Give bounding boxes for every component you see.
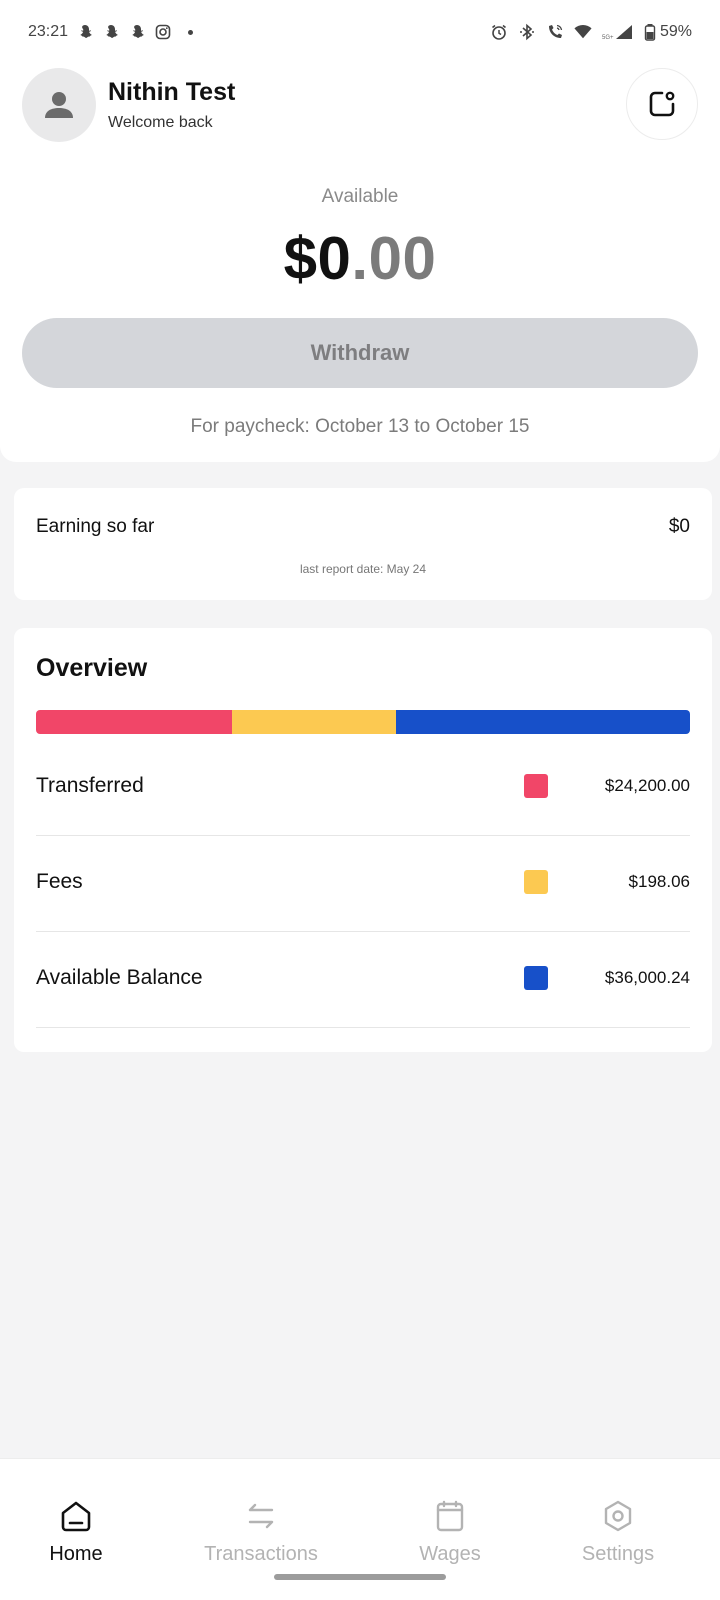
nav-item-transactions[interactable]: Transactions: [181, 1499, 341, 1566]
legend-swatch-transferred: [524, 774, 548, 798]
paycheck-period: For paycheck: October 13 to October 15: [190, 416, 530, 437]
balance-section: Nithin Test Welcome back Available $0.00…: [0, 64, 720, 462]
overview-row-available-balance: Available Balance $36,000.24: [36, 932, 690, 1028]
notification-icon: [649, 91, 675, 117]
nav-label-transactions: Transactions: [204, 1543, 318, 1565]
amount-minor: .00: [351, 225, 437, 292]
wifi-calling-icon: [546, 23, 564, 41]
app-screen: 23:21 5G+ 59% Nithin Test Welcome back A…: [0, 0, 720, 1600]
legend-swatch-fees: [524, 870, 548, 894]
status-time: 23:21: [28, 23, 69, 40]
battery-percent: 59%: [659, 23, 692, 40]
nav-label-home: Home: [49, 1543, 103, 1565]
nav-label-wages: Wages: [419, 1543, 481, 1565]
home-icon: [61, 1501, 91, 1532]
status-bar: 23:21 5G+ 59%: [0, 0, 720, 64]
gesture-home-indicator[interactable]: [274, 1574, 446, 1580]
transactions-icon: [248, 1503, 274, 1529]
bar-segment-fees: [232, 710, 396, 734]
available-label: Available: [321, 186, 399, 207]
overview-card: Overview Transferred $24,200.00 Fees $19…: [14, 628, 712, 1052]
overview-row-fees: Fees $198.06: [36, 836, 690, 932]
available-amount: $0.00: [0, 224, 720, 293]
welcome-text: Welcome back: [108, 114, 213, 131]
snapchat-icon: [128, 23, 146, 41]
battery-icon: [644, 23, 656, 41]
network-type: 5G+: [602, 35, 614, 41]
overview-row-label: Transferred: [36, 774, 144, 797]
bluetooth-icon: [518, 23, 536, 41]
overview-row-label: Fees: [36, 870, 83, 893]
calendar-icon: [436, 1500, 464, 1532]
notification-dot: [188, 29, 194, 35]
gear-icon: [604, 1500, 632, 1532]
avatar[interactable]: [22, 68, 96, 142]
nav-item-wages[interactable]: Wages: [370, 1499, 530, 1566]
earnings-card: Earning so far $0 last report date: May …: [14, 488, 712, 600]
overview-distribution-bar: [36, 710, 690, 734]
notifications-button[interactable]: [626, 68, 698, 140]
signal-icon: 5G+: [602, 23, 634, 41]
user-name: Nithin Test: [108, 78, 236, 106]
nav-item-home[interactable]: Home: [0, 1499, 156, 1566]
overview-title: Overview: [36, 654, 148, 682]
nav-item-settings[interactable]: Settings: [538, 1499, 698, 1566]
snapchat-icon: [102, 23, 120, 41]
report-date: last report date: May 24: [299, 562, 427, 576]
alarm-icon: [490, 23, 508, 41]
earnings-label: Earning so far: [36, 516, 155, 537]
amount-major: $0: [283, 225, 352, 292]
overview-row-value: $36,000.24: [604, 968, 690, 987]
overview-row-transferred: Transferred $24,200.00: [36, 740, 690, 836]
nav-label-settings: Settings: [581, 1543, 655, 1565]
overview-row-value: $24,200.00: [604, 776, 690, 795]
user-icon: [45, 92, 73, 118]
legend-swatch-available: [524, 966, 548, 990]
bar-segment-transferred: [36, 710, 233, 734]
earnings-value: $0: [668, 516, 690, 537]
overview-row-label: Available Balance: [36, 966, 203, 989]
wifi-icon: [574, 23, 592, 41]
instagram-icon: [154, 23, 172, 41]
withdraw-button[interactable]: Withdraw: [22, 318, 698, 388]
bar-segment-available: [395, 710, 690, 734]
overview-row-value: $198.06: [628, 872, 690, 891]
snapchat-icon: [76, 23, 94, 41]
